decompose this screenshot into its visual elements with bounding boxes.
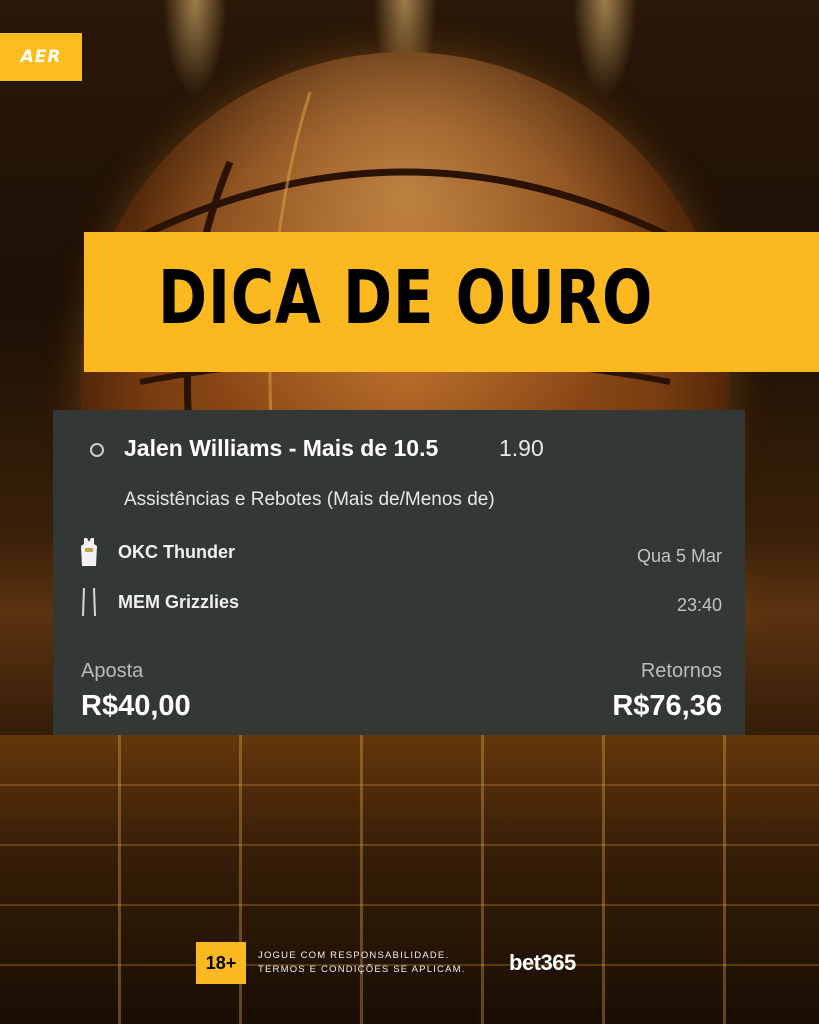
footer: 18+ JOGUE COM RESPONSABILIDADE. TERMOS E… [196,942,466,984]
returns-label: Retornos [640,660,722,682]
age-badge: 18+ [196,942,246,984]
event-time: 23:40 [676,595,722,615]
disclaimer-line-1: JOGUE COM RESPONSABILIDADE. [258,950,450,961]
disclaimer-line-2: TERMOS E CONDIÇÕES SE APLICAM. [258,964,466,975]
stake-label: Aposta [81,660,144,682]
home-team-name: OKC Thunder [118,541,235,562]
jersey-icon [82,588,96,616]
event-date: Qua 5 Mar [636,546,722,566]
market-name: Assistências e Rebotes (Mais de/Menos de… [124,489,495,510]
title-banner: DICA DE OURO [84,232,819,372]
selection-radio[interactable] [90,443,104,457]
home-team: OKC Thunder [81,538,235,566]
brand-logo-text: AER [20,47,62,67]
brand-logo: AER [0,33,82,81]
sponsor-logo: bet365 [509,950,576,975]
selection-odds: 1.90 [499,435,544,461]
responsible-gambling-disclaimer: JOGUE COM RESPONSABILIDADE. TERMOS E CON… [258,949,466,977]
returns-value: R$76,36 [612,690,722,722]
away-team-name: MEM Grizzlies [118,591,240,612]
bet-slip-card: Jalen Williams - Mais de 10.5 1.90 Assis… [53,410,745,735]
away-team: MEM Grizzlies [81,588,239,616]
jersey-icon [81,538,97,566]
page-title: DICA DE OURO [158,255,654,341]
stake-value: R$40,00 [81,690,191,722]
selection-title: Jalen Williams - Mais de 10.5 [124,435,439,461]
